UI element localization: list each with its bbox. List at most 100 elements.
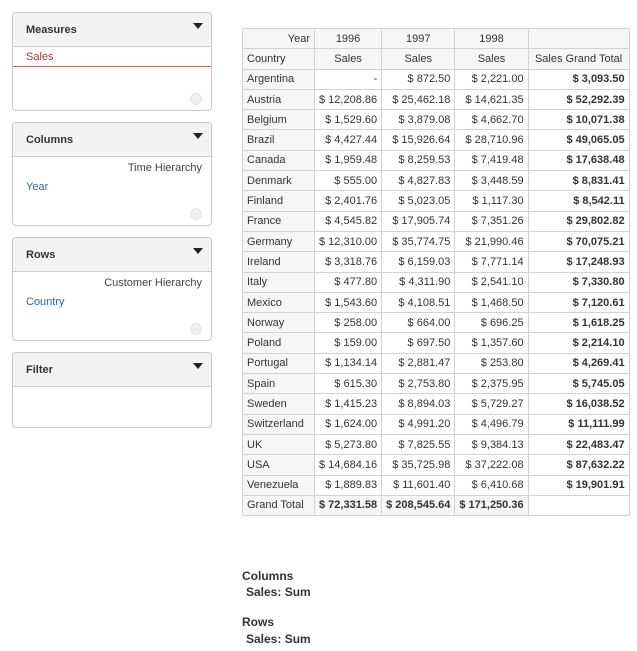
row-header-country[interactable]: Denmark <box>242 170 315 192</box>
sales-cell: $ 5,273.80 <box>313 433 383 456</box>
row-header-country[interactable]: Mexico <box>242 291 315 314</box>
sales-cell: $ 1,415.23 <box>313 393 383 415</box>
sales-cell: $ 28,710.96 <box>454 129 529 151</box>
sales-cell: $ 1,543.60 <box>313 291 383 314</box>
row-header-country[interactable]: Ireland <box>242 251 315 273</box>
level-item-year[interactable]: Year <box>26 181 48 193</box>
row-header-country[interactable]: Poland <box>242 332 315 354</box>
remove-icon[interactable] <box>190 208 202 220</box>
rows-panel-header[interactable]: Rows <box>13 238 211 272</box>
sales-cell: $ 14,621.35 <box>454 88 529 111</box>
year-header[interactable]: 1996 <box>313 27 383 50</box>
row-header-country[interactable]: Germany <box>242 230 315 253</box>
sales-cell: $ 4,991.20 <box>381 413 456 435</box>
caret-down-icon[interactable] <box>193 248 203 254</box>
remove-icon[interactable] <box>190 93 202 105</box>
row-header-country[interactable]: Belgium <box>242 109 315 131</box>
filter-panel-header[interactable]: Filter <box>13 353 211 387</box>
sales-cell: $ 4,311.90 <box>381 271 456 293</box>
row-header-country[interactable]: Canada <box>242 149 315 172</box>
table-row: Brazil $ 4,427.44 $ 15,926.64 $ 28,710.96 $ … <box>242 129 630 151</box>
sales-cell: $ 1,134.14 <box>313 352 383 375</box>
table-row: UK $ 5,273.80 $ 7,825.55 $ 9,384.13 $ 22,483… <box>242 433 630 456</box>
sales-cell: $ 6,159.03 <box>381 251 456 273</box>
table-row: Canada $ 1,959.48 $ 8,259.53 $ 7,419.48 $ 17… <box>242 149 630 172</box>
table-row: Mexico $ 1,543.60 $ 4,108.51 $ 1,468.50 $ 7,… <box>242 291 630 314</box>
row-header-country[interactable]: UK <box>242 433 315 456</box>
row-header-country[interactable]: Sweden <box>242 393 315 415</box>
sales-cell: $ 1,468.50 <box>454 291 529 314</box>
year-header[interactable]: 1997 <box>381 27 456 50</box>
row-header-country[interactable]: Italy <box>242 271 315 293</box>
remove-icon[interactable] <box>190 323 202 335</box>
grand-total-label: Grand Total <box>242 494 315 517</box>
sales-cell: $ 7,825.55 <box>381 433 456 456</box>
row-header-country[interactable]: Austria <box>242 88 315 111</box>
year-header[interactable]: 1998 <box>454 27 529 50</box>
measures-panel-title: Measures <box>26 24 77 36</box>
grand-total-empty-cell <box>527 494 630 517</box>
table-row: Finland $ 2,401.76 $ 5,023.05 $ 1,117.30 $ 8… <box>242 190 630 212</box>
table-row: Denmark $ 555.00 $ 4,827.83 $ 3,448.59 $ 8,8… <box>242 170 630 192</box>
sales-cell: $ 4,827.83 <box>381 170 456 192</box>
sales-cell: $ 7,771.14 <box>454 251 529 273</box>
row-header-country[interactable]: Brazil <box>242 129 315 151</box>
summary-rows-item: Sales: Sum <box>246 632 311 646</box>
row-grand-total-cell: $ 49,065.05 <box>527 129 630 151</box>
sales-cell: $ 258.00 <box>313 312 383 334</box>
row-grand-total-cell: $ 3,093.50 <box>527 68 630 90</box>
row-grand-total-cell: $ 8,831.41 <box>527 170 630 192</box>
row-grand-total-cell: $ 29,802.82 <box>527 210 630 232</box>
sales-cell: $ 4,662.70 <box>454 109 529 131</box>
header-row-measures: Country Sales Sales Sales Sales Grand To… <box>242 48 630 70</box>
sales-cell: $ 4,108.51 <box>381 291 456 314</box>
caret-down-icon[interactable] <box>193 363 203 369</box>
summary-columns-title: Columns <box>242 569 294 583</box>
row-header-country[interactable]: Argentina <box>242 68 315 90</box>
table-row: USA $ 14,684.16 $ 35,725.98 $ 37,222.08 $ 87… <box>242 454 630 476</box>
level-item-country[interactable]: Country <box>26 296 65 308</box>
caret-down-icon[interactable] <box>193 23 203 29</box>
sales-cell: $ 8,894.03 <box>381 393 456 415</box>
row-header-country[interactable]: Switzerland <box>242 413 315 435</box>
summary-rows-title: Rows <box>242 615 275 629</box>
filter-panel-title: Filter <box>26 364 53 376</box>
row-header-country[interactable]: Spain <box>242 373 315 395</box>
sales-cell: $ 8,259.53 <box>381 149 456 172</box>
pivot-table: Year 1996 1997 1998 Country Sales Sales … <box>242 27 630 517</box>
sales-cell: $ 3,879.08 <box>381 109 456 131</box>
table-row: Austria $ 12,208.86 $ 25,462.18 $ 14,621.35… <box>242 88 630 111</box>
row-grand-total-cell: $ 1,618.25 <box>527 312 630 334</box>
row-grand-total-cell: $ 19,901.91 <box>527 474 630 496</box>
row-grand-total-cell: $ 7,120.61 <box>527 291 630 314</box>
measures-panel: Measures Sales <box>12 12 212 111</box>
table-row: Sweden $ 1,415.23 $ 8,894.03 $ 5,729.27 $ 16… <box>242 393 630 415</box>
columns-panel: Columns Time Hierarchy Year <box>12 122 212 226</box>
sales-cell: $ 253.80 <box>454 352 529 375</box>
sales-cell: $ 1,889.83 <box>313 474 383 496</box>
sales-cell: $ 25,462.18 <box>381 88 456 111</box>
measure-item-sales[interactable]: Sales <box>13 47 211 67</box>
sales-cell: $ 3,448.59 <box>454 170 529 192</box>
row-grand-total-cell: $ 87,632.22 <box>527 454 630 476</box>
sales-cell: $ 35,774.75 <box>381 230 456 253</box>
columns-panel-header[interactable]: Columns <box>13 123 211 157</box>
row-header-country[interactable]: France <box>242 210 315 232</box>
measures-panel-header[interactable]: Measures <box>13 13 211 47</box>
caret-down-icon[interactable] <box>193 133 203 139</box>
columns-panel-title: Columns <box>26 134 74 146</box>
row-header-country[interactable]: Finland <box>242 190 315 212</box>
sales-cell: $ 2,401.76 <box>313 190 383 212</box>
row-header-country[interactable]: Venezuela <box>242 474 315 496</box>
row-grand-total-cell: $ 4,269.41 <box>527 352 630 375</box>
table-row: Norway $ 258.00 $ 664.00 $ 696.25 $ 1,618.25 <box>242 312 630 334</box>
row-grand-total-cell: $ 8,542.11 <box>527 190 630 212</box>
sales-cell: $ 14,684.16 <box>313 454 383 476</box>
sales-cell: $ 15,926.64 <box>381 129 456 151</box>
row-header-country[interactable]: Norway <box>242 312 315 334</box>
rows-panel: Rows Customer Hierarchy Country <box>12 237 212 341</box>
row-header-country[interactable]: Portugal <box>242 352 315 375</box>
sales-cell: $ 4,545.82 <box>313 210 383 232</box>
row-header-country[interactable]: USA <box>242 454 315 476</box>
table-row: Venezuela $ 1,889.83 $ 11,601.40 $ 6,410.68… <box>242 474 630 496</box>
